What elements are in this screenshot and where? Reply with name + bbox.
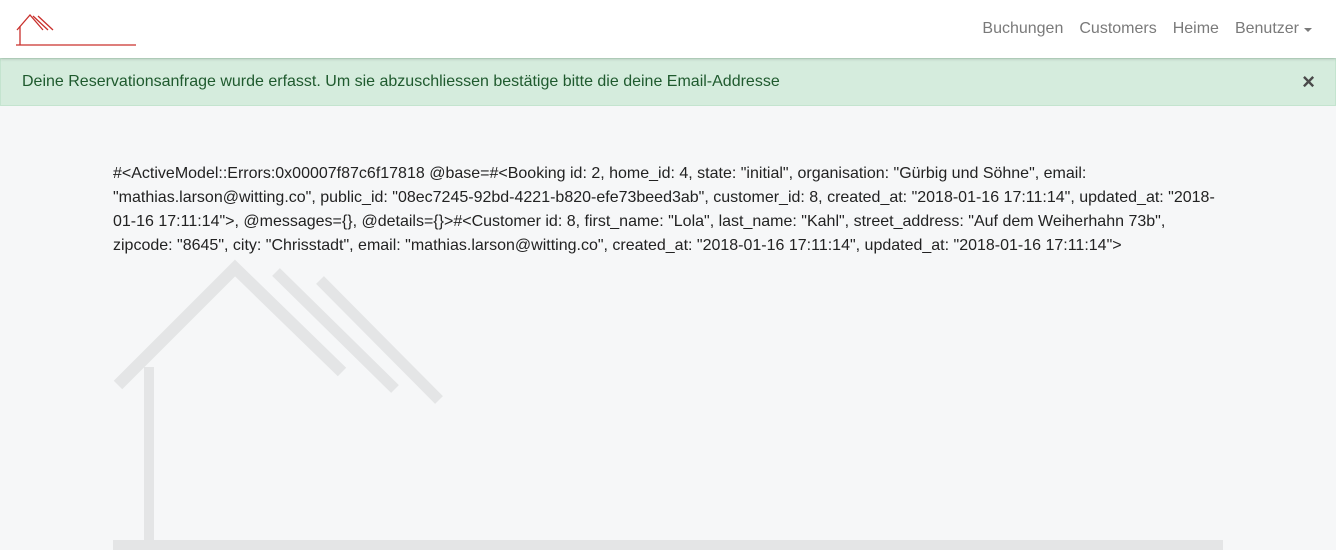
house-logo-icon[interactable]	[14, 12, 138, 46]
nav-links: Buchungen Customers Heime Benutzer	[982, 0, 1312, 58]
close-icon[interactable]: ×	[1302, 71, 1315, 93]
alert-message: Deine Reservationsanfrage wurde erfasst.…	[22, 73, 780, 90]
nav-link-customers[interactable]: Customers	[1079, 20, 1156, 38]
caret-down-icon	[1304, 27, 1312, 32]
nav-dropdown-benutzer-label: Benutzer	[1234, 20, 1299, 37]
house-watermark-icon	[113, 259, 1223, 550]
navbar: Buchungen Customers Heime Benutzer	[0, 0, 1336, 58]
success-alert: Deine Reservationsanfrage wurde erfasst.…	[0, 58, 1336, 106]
debug-output: #<ActiveModel::Errors:0x00007f87c6f17818…	[113, 165, 1215, 254]
nav-link-heime[interactable]: Heime	[1173, 20, 1219, 38]
nav-link-buchungen[interactable]: Buchungen	[982, 20, 1063, 38]
nav-dropdown-benutzer[interactable]: Benutzer	[1235, 20, 1312, 38]
